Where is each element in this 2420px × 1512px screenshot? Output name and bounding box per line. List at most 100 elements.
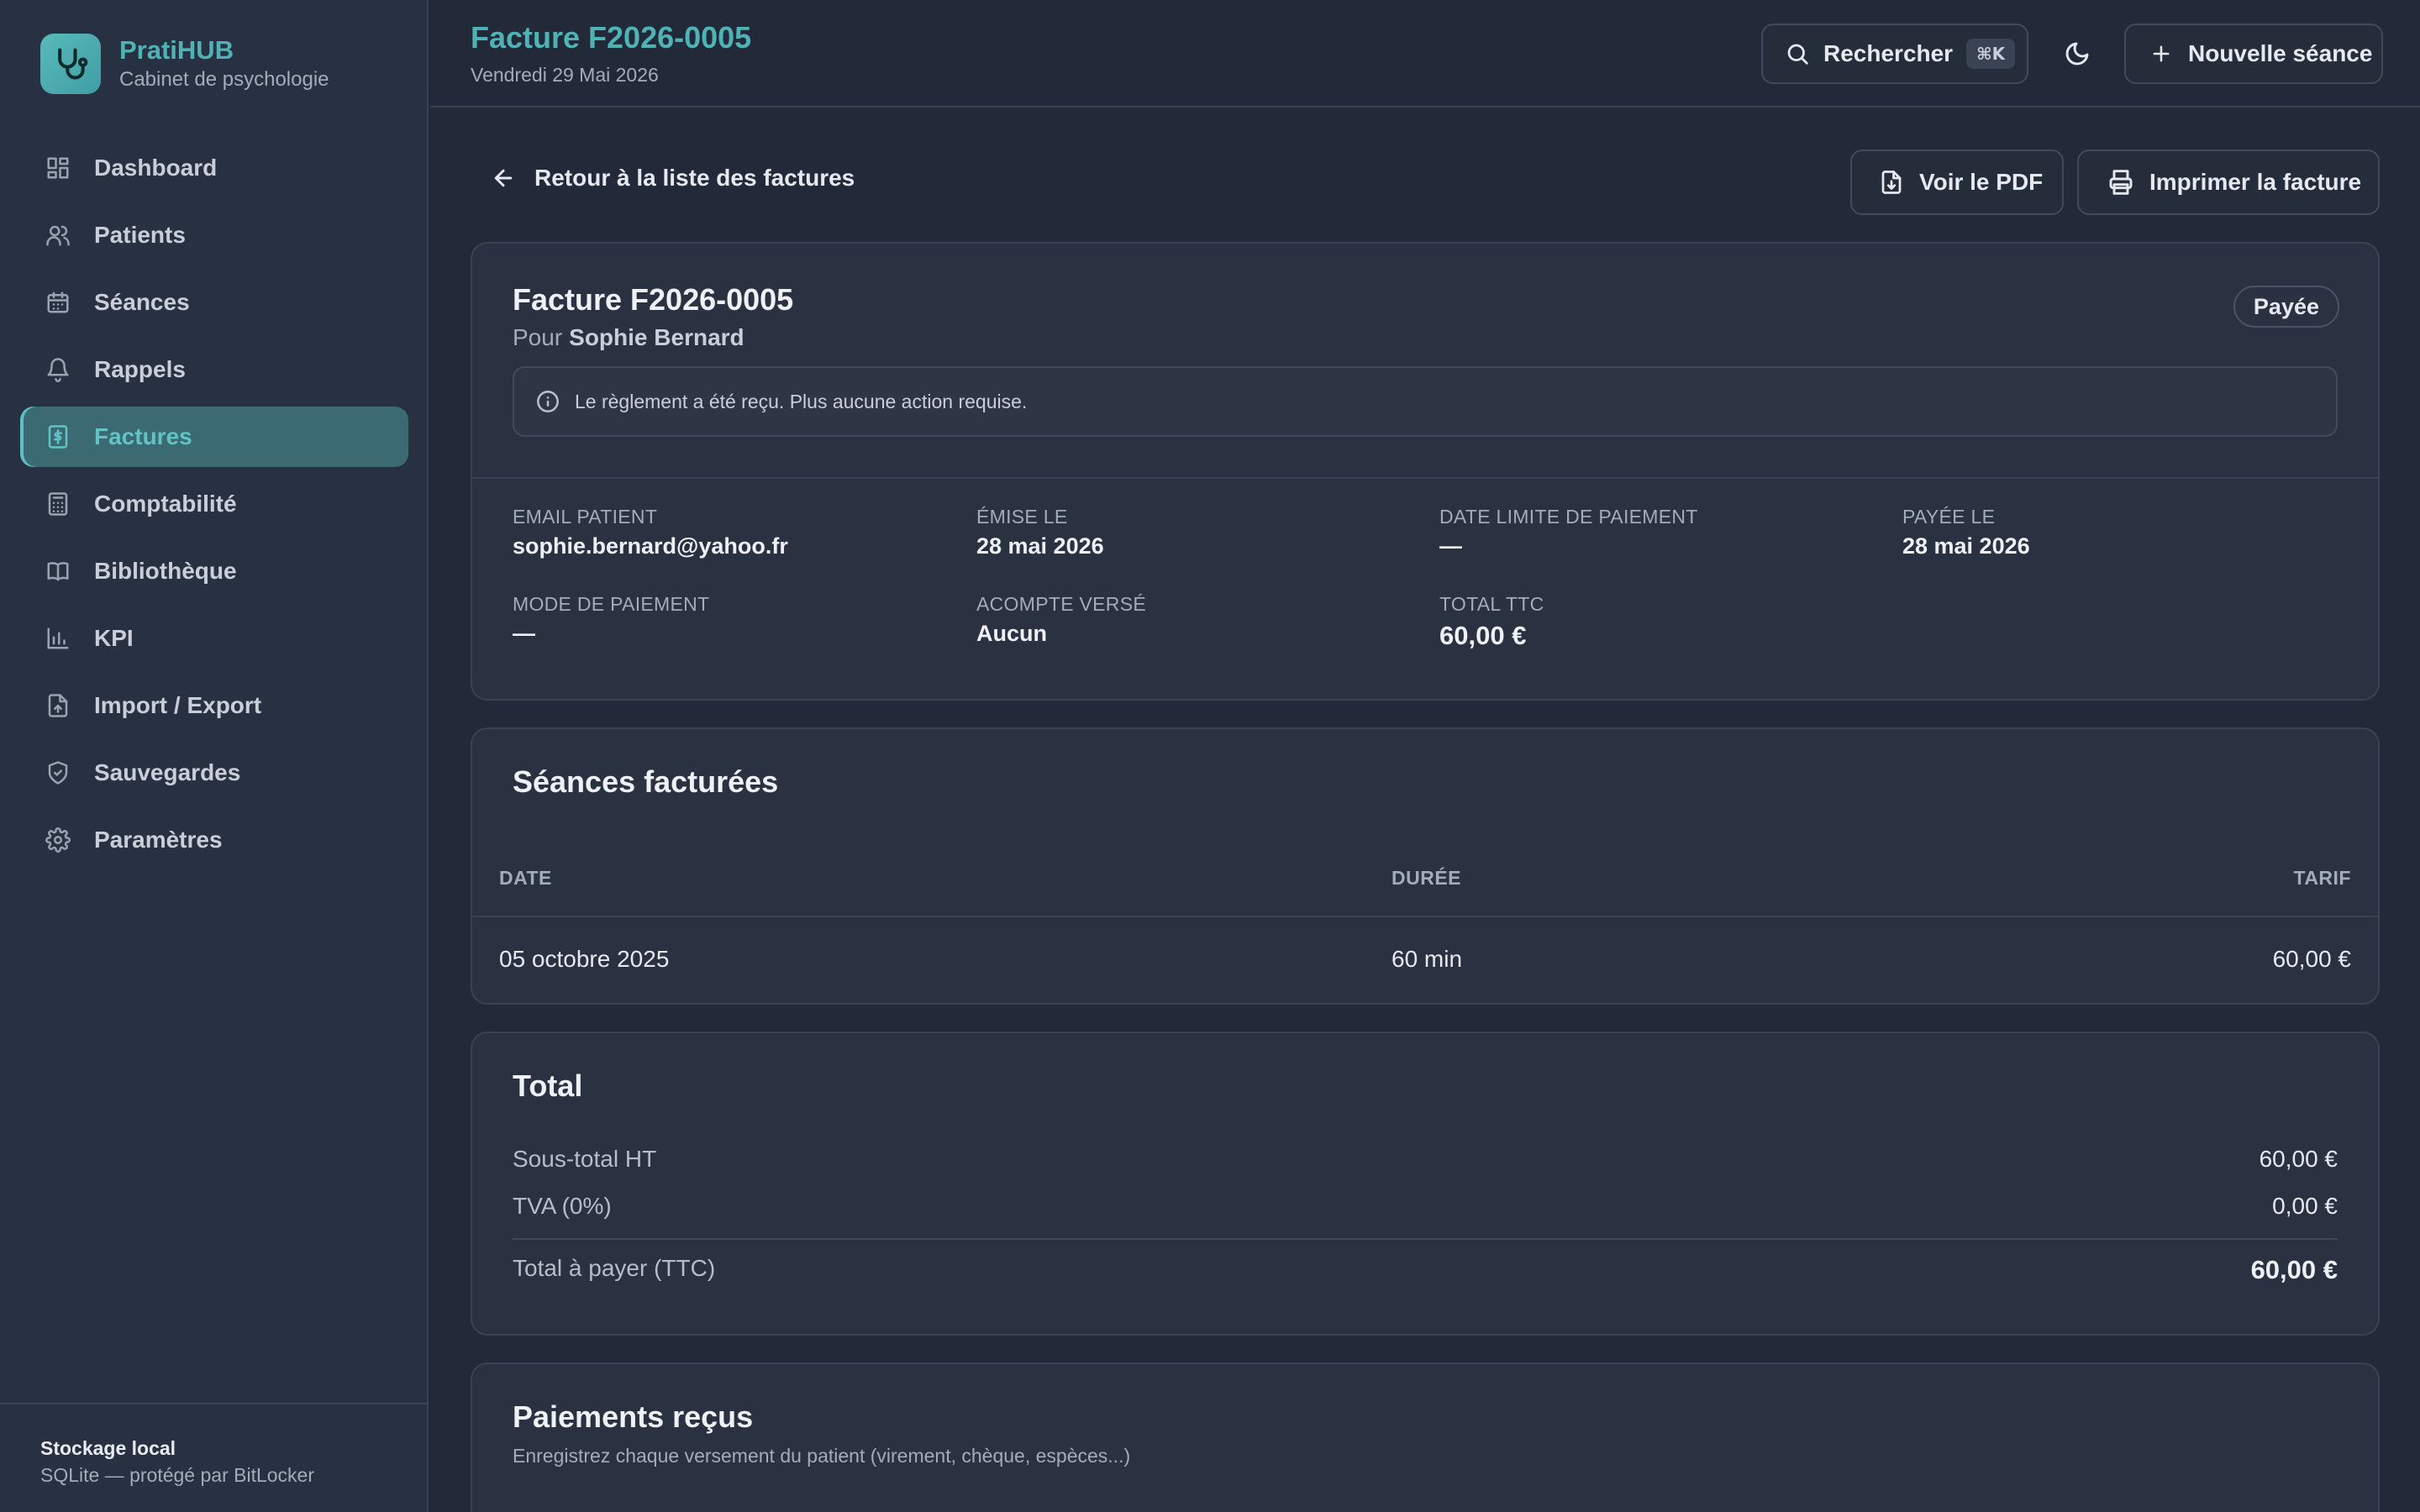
field-label: Mode de paiement — [513, 593, 710, 615]
sidebar-item-label: Comptabilité — [94, 491, 237, 517]
sidebar-item-label: Séances — [94, 289, 190, 315]
tax-value: 0,00 € — [2272, 1193, 2338, 1219]
sidebar-item-parametres[interactable]: Paramètres — [20, 810, 408, 870]
arrow-left-icon — [494, 169, 513, 187]
field-paid-date: Payée le 28 mai 2026 — [1902, 506, 2030, 559]
payments-card: Paiements reçus Enregistrez chaque verse… — [471, 1362, 2380, 1512]
subtotal-label: Sous-total HT — [513, 1146, 657, 1172]
payment-notice: Le règlement a été reçu. Plus aucune act… — [513, 366, 2338, 437]
users-icon — [46, 225, 70, 246]
sidebar-item-sauvegardes[interactable]: Sauvegardes — [20, 743, 408, 803]
plus-icon — [2153, 45, 2170, 62]
back-to-invoices-link[interactable]: Retour à la liste des factures — [491, 165, 855, 192]
session-duration: 60 min — [1392, 946, 1463, 972]
sidebar-item-label: Sauvegardes — [94, 759, 241, 785]
divider — [472, 477, 2378, 479]
shield-icon — [48, 761, 68, 785]
info-icon — [537, 391, 559, 412]
book-icon — [47, 562, 69, 581]
status-badge: Payée — [2233, 286, 2339, 328]
sidebar-item-rappels[interactable]: Rappels — [20, 339, 408, 400]
dashboard-icon — [47, 157, 69, 179]
search-button[interactable]: Rechercher ⌘K — [1761, 24, 2028, 84]
sidebar-item-label: Import / Export — [94, 692, 262, 718]
gear-icon — [45, 827, 71, 853]
bell-icon — [47, 358, 69, 382]
column-header-rate: TARIF — [2293, 867, 2351, 889]
notice-text: Le règlement a été reçu. Plus aucune act… — [575, 390, 1028, 412]
grand-total-row: Total à payer (TTC) 60,00 € — [513, 1255, 2338, 1285]
sidebar-item-seances[interactable]: Séances — [20, 272, 408, 333]
session-rate: 60,00 € — [2272, 946, 2351, 972]
brand-subtitle: Cabinet de psychologie — [119, 68, 329, 91]
field-deposit: Acompte versé Aucun — [976, 593, 1146, 647]
column-header-duration: DURÉE — [1392, 867, 1462, 889]
section-subtitle: Enregistrez chaque versement du patient … — [513, 1445, 1131, 1467]
field-value: — — [513, 621, 535, 646]
invoice-title: Facture F2026-0005 — [513, 282, 794, 317]
new-session-button[interactable]: Nouvelle séance — [2124, 24, 2383, 84]
sidebar-item-label: Paramètres — [94, 827, 223, 853]
session-date: 05 octobre 2025 — [499, 946, 670, 972]
brand-name: PratiHUB — [119, 35, 234, 65]
invoice-icon — [48, 425, 68, 449]
field-value: 28 mai 2026 — [976, 533, 1104, 559]
page-date: Vendredi 29 Mai 2026 — [471, 64, 659, 86]
invoice-recipient: Pour Sophie Bernard — [513, 324, 744, 351]
tax-label: TVA (0%) — [513, 1193, 612, 1219]
sidebar-item-factures[interactable]: Factures — [20, 407, 408, 467]
field-label: Date limite de paiement — [1439, 506, 1698, 528]
section-title: Total — [513, 1068, 583, 1103]
field-value: 60,00 € — [1439, 621, 1527, 650]
sidebar-item-kpi[interactable]: KPI — [20, 608, 408, 669]
patient-name: Sophie Bernard — [569, 324, 744, 350]
field-due-date: Date limite de paiement — — [1439, 506, 1698, 559]
storage-title: Stockage local — [40, 1437, 176, 1459]
calendar-icon — [47, 291, 69, 313]
field-total-ttc: Total TTC 60,00 € — [1439, 593, 1544, 651]
totals-divider — [513, 1238, 2338, 1240]
search-label: Rechercher — [1823, 40, 1954, 66]
field-label: Payée le — [1902, 506, 1996, 528]
print-label: Imprimer la facture — [2149, 169, 2362, 195]
sidebar-item-bibliotheque[interactable]: Bibliothèque — [20, 541, 408, 601]
stethoscope-icon — [40, 34, 101, 94]
subtotal-value: 60,00 € — [2259, 1146, 2338, 1172]
search-shortcut: ⌘K — [1966, 39, 2016, 69]
table-divider — [472, 916, 2378, 917]
section-title: Paiements reçus — [513, 1399, 754, 1434]
sidebar-item-comptabilite[interactable]: Comptabilité — [20, 474, 408, 534]
back-label: Retour à la liste des factures — [534, 165, 855, 191]
sidebar-nav: Dashboard Patients Séances Rappels Factu… — [20, 138, 408, 877]
print-invoice-button[interactable]: Imprimer la facture — [2077, 150, 2380, 215]
view-pdf-button[interactable]: Voir le PDF — [1850, 150, 2064, 215]
field-value[interactable]: sophie.bernard@yahoo.fr — [513, 533, 788, 559]
sidebar-item-label: Factures — [94, 423, 192, 449]
theme-toggle-button[interactable] — [2057, 34, 2097, 74]
new-session-label: Nouvelle séance — [2188, 40, 2373, 66]
field-value: 28 mai 2026 — [1902, 533, 2030, 559]
moon-icon — [2065, 42, 2089, 66]
field-issued: Émise le 28 mai 2026 — [976, 506, 1104, 559]
section-title: Séances facturées — [513, 764, 779, 799]
field-label: Total TTC — [1439, 593, 1544, 615]
tax-row: TVA (0%) 0,00 € — [513, 1193, 2338, 1220]
brand[interactable]: PratiHUB Cabinet de psychologie — [40, 34, 329, 94]
storage-subtitle: SQLite — protégé par BitLocker — [40, 1464, 314, 1486]
billed-sessions-card: Séances facturées DATE DURÉE TARIF 05 oc… — [471, 727, 2380, 1005]
sidebar-item-patients[interactable]: Patients — [20, 205, 408, 265]
bar-chart-icon — [47, 627, 69, 649]
sidebar-item-import-export[interactable]: Import / Export — [20, 675, 408, 736]
field-label: Émise le — [976, 506, 1068, 528]
top-header: Facture F2026-0005 Vendredi 29 Mai 2026 … — [430, 0, 2420, 108]
printer-icon — [2109, 170, 2133, 195]
field-email: Email patient sophie.bernard@yahoo.fr — [513, 506, 788, 559]
field-value: — — [1439, 533, 1462, 559]
field-value: Aucun — [976, 621, 1047, 646]
sidebar-item-dashboard[interactable]: Dashboard — [20, 138, 408, 198]
storage-info: Stockage local SQLite — protégé par BitL… — [0, 1403, 427, 1512]
sidebar: PratiHUB Cabinet de psychologie Dashboar… — [0, 0, 429, 1512]
search-icon — [1787, 44, 1808, 65]
view-pdf-label: Voir le PDF — [1919, 169, 2044, 195]
totals-card: Total Sous-total HT 60,00 € TVA (0%) 0,0… — [471, 1032, 2380, 1336]
